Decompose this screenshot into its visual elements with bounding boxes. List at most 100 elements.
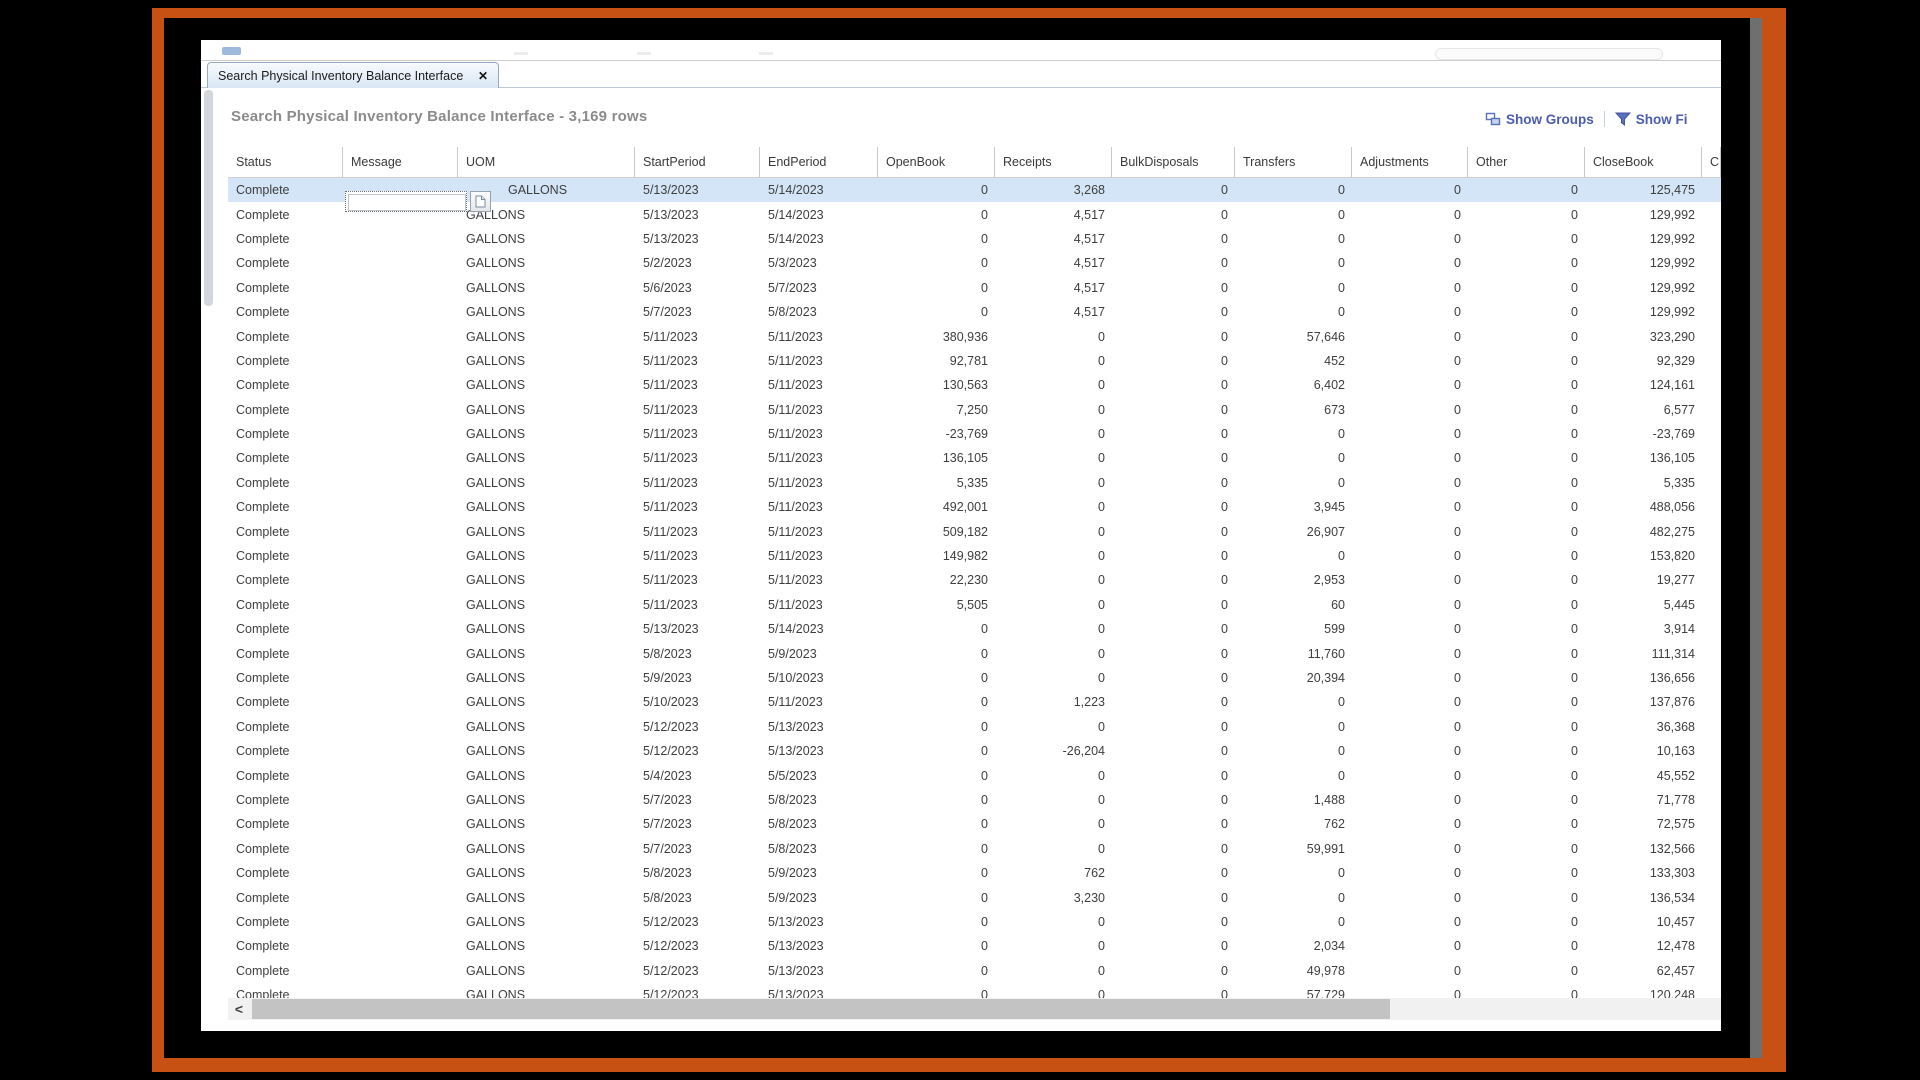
table-row[interactable]: CompleteGALLONS5/11/20235/11/202322,2300… [228, 568, 1721, 592]
table-row[interactable]: CompleteGALLONS5/7/20235/8/202304,517000… [228, 300, 1721, 324]
table-row[interactable]: CompleteGALLONS5/12/20235/13/20230-26,20… [228, 739, 1721, 763]
cell: GALLONS [458, 500, 635, 514]
cell: 0 [1112, 427, 1235, 441]
table-row[interactable]: CompleteGALLONS5/11/20235/11/2023-23,769… [228, 422, 1721, 446]
column-header-bulkdisposals[interactable]: BulkDisposals [1112, 147, 1235, 177]
groups-icon [1485, 112, 1501, 126]
cell: 5/9/2023 [760, 891, 878, 905]
cell: 0 [1235, 232, 1352, 246]
column-header-openbook[interactable]: OpenBook [878, 147, 995, 177]
show-filters-button[interactable]: Show Fi [1615, 112, 1688, 127]
cell: GALLONS [458, 964, 635, 978]
message-editor-input[interactable] [348, 194, 466, 211]
cell: 0 [878, 866, 995, 880]
table-row[interactable]: CompleteGALLONS5/11/20235/11/2023509,182… [228, 519, 1721, 543]
table-row[interactable]: CompleteGALLONS5/12/20235/13/20230000003… [228, 715, 1721, 739]
cell: 482,275 [1585, 525, 1702, 539]
table-row[interactable]: CompleteGALLONS5/11/20235/11/20235,33500… [228, 471, 1721, 495]
cell: 0 [1468, 891, 1585, 905]
table-row[interactable]: CompleteGALLONS5/11/20235/11/2023130,563… [228, 373, 1721, 397]
table-row[interactable]: CompleteGALLONS5/11/20235/11/20235,50500… [228, 593, 1721, 617]
column-header-endperiod[interactable]: EndPeriod [760, 147, 878, 177]
table-row[interactable]: CompleteGALLONS5/12/20235/13/202300049,9… [228, 959, 1721, 983]
cell: 5/11/2023 [635, 598, 760, 612]
table-row[interactable]: CompleteGALLONS5/7/20235/8/202300059,991… [228, 837, 1721, 861]
column-header-message[interactable]: Message [343, 147, 458, 177]
cell: 0 [1352, 573, 1468, 587]
cell: Complete [228, 403, 343, 417]
table-row[interactable]: CompleteGALLONS5/13/20235/14/20230005990… [228, 617, 1721, 641]
cell: 1,223 [995, 695, 1112, 709]
table-row[interactable]: CompleteGALLONS5/8/20235/9/2023076200001… [228, 861, 1721, 885]
scroll-left-button[interactable]: < [228, 998, 250, 1020]
table-row[interactable]: CompleteGALLONS5/8/20235/9/202300011,760… [228, 641, 1721, 665]
cell: 149,982 [878, 549, 995, 563]
column-header-adjustments[interactable]: Adjustments [1352, 147, 1468, 177]
column-header-closebook[interactable]: CloseBook [1585, 147, 1702, 177]
show-groups-button[interactable]: Show Groups [1485, 112, 1594, 127]
cell: GALLONS [458, 476, 635, 490]
cell: 0 [1468, 915, 1585, 929]
cell: 137,876 [1585, 695, 1702, 709]
cell: 4,517 [995, 305, 1112, 319]
cell: 0 [1112, 451, 1235, 465]
table-row[interactable]: CompleteGALLONS5/4/20235/5/202300000045,… [228, 763, 1721, 787]
outer-scrollbar[interactable] [1750, 18, 1762, 1058]
column-header-uom[interactable]: UOM [458, 147, 635, 177]
cell: 0 [1112, 525, 1235, 539]
table-row[interactable]: CompleteGALLONS5/12/20235/13/202300057,7… [228, 983, 1721, 998]
table-row[interactable]: CompleteGALLONS5/12/20235/13/20230000001… [228, 910, 1721, 934]
cell: GALLONS [458, 573, 635, 587]
table-row[interactable]: CompleteGALLONS5/2/20235/3/202304,517000… [228, 251, 1721, 275]
table-row[interactable]: CompleteGALLONS5/9/20235/10/202300020,39… [228, 666, 1721, 690]
table-row[interactable]: CompleteGALLONS5/13/20235/14/202304,5170… [228, 227, 1721, 251]
cell: Complete [228, 476, 343, 490]
cell: 133,303 [1585, 866, 1702, 880]
column-header-status[interactable]: Status [228, 147, 343, 177]
table-row[interactable]: CompleteGALLONS5/11/20235/11/2023149,982… [228, 544, 1721, 568]
cell: 125,475 [1585, 183, 1702, 197]
column-header-transfers[interactable]: Transfers [1235, 147, 1352, 177]
message-editor-button[interactable] [470, 191, 491, 212]
scrollbar-thumb[interactable] [252, 999, 1390, 1019]
table-row[interactable]: CompleteGALLONS5/11/20235/11/2023492,001… [228, 495, 1721, 519]
cell: 0 [1112, 817, 1235, 831]
table-row[interactable]: CompleteGALLONS5/6/20235/7/202304,517000… [228, 276, 1721, 300]
table-row[interactable]: CompleteGALLONS5/10/20235/11/202301,2230… [228, 690, 1721, 714]
column-header-receipts[interactable]: Receipts [995, 147, 1112, 177]
table-row[interactable]: CompleteGALLONS5/11/20235/11/2023380,936… [228, 324, 1721, 348]
cell: 0 [1352, 988, 1468, 998]
cell: 5/13/2023 [760, 988, 878, 998]
column-header-startperiod[interactable]: StartPeriod [635, 147, 760, 177]
table-row[interactable]: CompleteGALLONS5/8/20235/9/202303,230000… [228, 885, 1721, 909]
cell: 0 [1468, 208, 1585, 222]
cell: 0 [995, 769, 1112, 783]
cell: 5/11/2023 [635, 573, 760, 587]
tab-search-physical-inventory[interactable]: Search Physical Inventory Balance Interf… [207, 62, 499, 88]
table-row[interactable]: CompleteGALLONS5/11/20235/11/20237,25000… [228, 398, 1721, 422]
cell: 0 [1112, 964, 1235, 978]
table-row[interactable]: CompleteGALLONS5/11/20235/11/2023136,105… [228, 446, 1721, 470]
cell: 5/11/2023 [760, 549, 878, 563]
cell: 0 [995, 598, 1112, 612]
cell: 5/11/2023 [635, 500, 760, 514]
cell: 0 [1352, 915, 1468, 929]
table-row[interactable]: CompleteGALLONS5/13/20235/14/202303,2680… [228, 178, 1721, 202]
cell: 0 [1468, 232, 1585, 246]
vertical-scrollbar-fragment[interactable] [204, 90, 213, 306]
horizontal-scrollbar[interactable]: < [228, 998, 1721, 1020]
table-row[interactable]: CompleteGALLONS5/7/20235/8/20230001,4880… [228, 788, 1721, 812]
tab-close-icon[interactable]: ✕ [478, 70, 488, 82]
table-row[interactable]: CompleteGALLONS5/12/20235/13/20230002,03… [228, 934, 1721, 958]
column-header-other[interactable]: Other [1468, 147, 1585, 177]
cell: 10,163 [1585, 744, 1702, 758]
table-row[interactable]: CompleteGALLONS5/7/20235/8/2023000762007… [228, 812, 1721, 836]
cell: 0 [878, 256, 995, 270]
cell: Complete [228, 305, 343, 319]
table-row[interactable]: CompleteGALLONS5/11/20235/11/202392,7810… [228, 349, 1721, 373]
cell: 5,445 [1585, 598, 1702, 612]
cell: 0 [1352, 866, 1468, 880]
column-header-c[interactable]: C [1702, 147, 1721, 177]
cell: Complete [228, 500, 343, 514]
cell: GALLONS [458, 378, 635, 392]
